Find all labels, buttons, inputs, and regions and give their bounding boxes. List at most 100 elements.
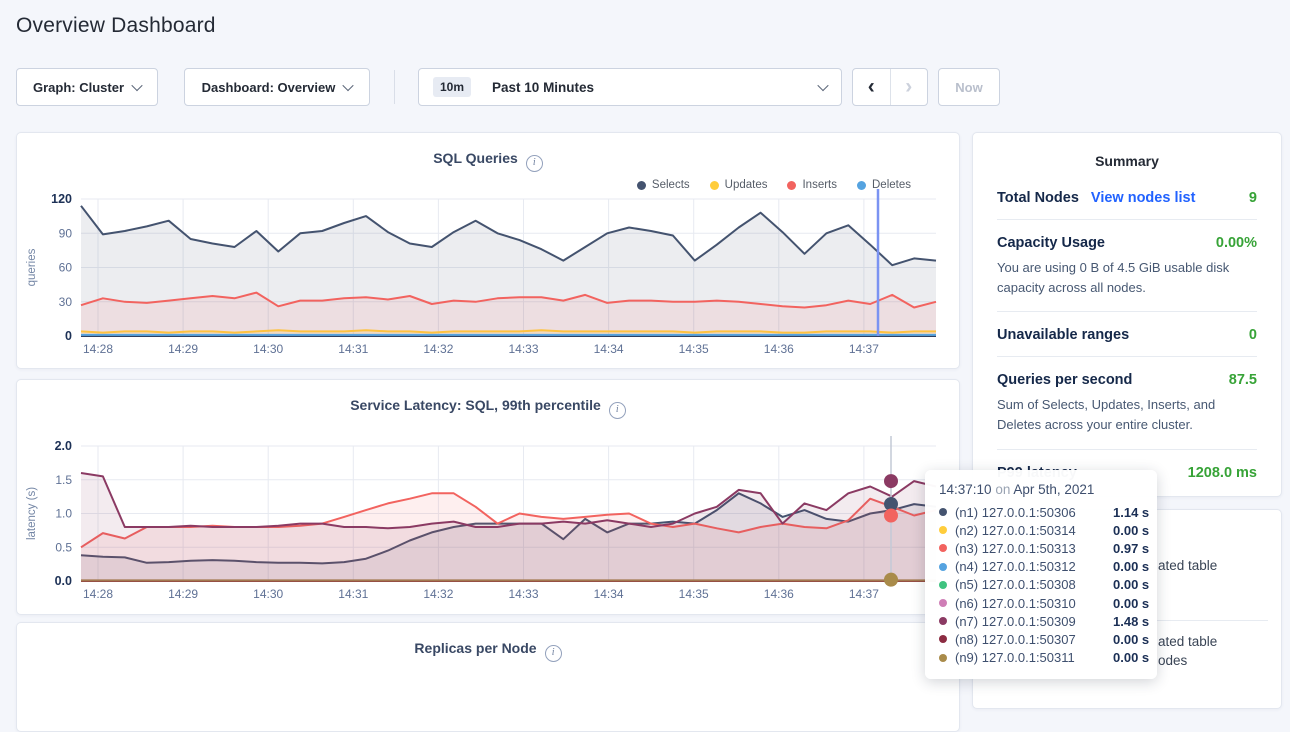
svg-text:1.5: 1.5 [55,473,72,487]
legend-item-selects[interactable]: Selects [637,179,690,191]
legend-item-deletes[interactable]: Deletes [857,179,911,191]
svg-text:30: 30 [59,295,73,309]
node-color-dot [939,581,947,589]
chart-title-text: Replicas per Node [414,640,536,656]
info-icon[interactable]: i [609,402,626,419]
sql-queries-panel: SQL Queries i Selects Updates Inserts Delete… [16,132,960,369]
legend-dot [637,181,646,190]
summary-items: Total NodesView nodes list9Capacity Usag… [997,175,1257,494]
event-item-text: ated table [1158,634,1217,649]
svg-text:queries: queries [26,248,38,286]
page-title: Overview Dashboard [16,14,216,38]
svg-text:14:28: 14:28 [83,342,113,356]
node-address: (n2) 127.0.0.1:50314 [955,523,1113,538]
tooltip-row: (n1) 127.0.0.1:503061.14 s [939,503,1143,521]
service-latency-title: Service Latency: SQL, 99th percentilei [17,397,959,419]
node-color-dot [939,563,947,571]
svg-text:14:30: 14:30 [253,342,283,356]
legend-item-inserts[interactable]: Inserts [787,179,837,191]
node-latency-value: 0.00 s [1113,577,1149,592]
node-color-dot [939,526,947,534]
sql-queries-title: SQL Queries i [17,150,959,172]
node-address: (n1) 127.0.0.1:50306 [955,505,1113,520]
now-button[interactable]: Now [938,68,1000,106]
svg-text:14:37: 14:37 [849,587,879,601]
summary-item-description: Sum of Selects, Updates, Inserts, and De… [997,395,1257,435]
svg-text:14:36: 14:36 [764,342,794,356]
dashboard-select-dropdown[interactable]: Dashboard: Overview [184,68,370,106]
chart-title-text: SQL Queries [433,150,518,166]
tooltip-row: (n4) 127.0.0.1:503120.00 s [939,558,1143,576]
node-latency-value: 0.97 s [1113,541,1149,556]
node-color-dot [939,544,947,552]
svg-text:0.5: 0.5 [55,540,72,554]
tooltip-row: (n8) 127.0.0.1:503070.00 s [939,630,1143,648]
summary-item-value: 87.5 [1229,372,1257,388]
legend-label: Selects [652,179,690,191]
svg-text:14:36: 14:36 [764,587,794,601]
tooltip-row: (n7) 127.0.0.1:503091.48 s [939,612,1143,630]
node-address: (n8) 127.0.0.1:50307 [955,632,1113,647]
tooltip-row: (n9) 127.0.0.1:503110.00 s [939,649,1143,667]
event-item-text: odes [1158,653,1187,668]
svg-text:90: 90 [59,226,73,240]
sql-queries-legend: Selects Updates Inserts Deletes [637,179,911,191]
svg-text:60: 60 [59,261,73,275]
tooltip-timestamp: 14:37:10 on Apr 5th, 2021 [939,482,1143,497]
legend-label: Updates [725,179,768,191]
svg-text:2.0: 2.0 [55,439,72,453]
summary-item: Queries per second 87.5 Sum of Selects, Up… [997,357,1257,449]
summary-item: Capacity Usage0.00%You are using 0 B of … [997,220,1257,312]
previous-interval-button[interactable]: ‹ [853,69,891,105]
tooltip-row: (n3) 127.0.0.1:503130.97 s [939,539,1143,557]
node-address: (n7) 127.0.0.1:50309 [955,614,1113,629]
summary-item: Total NodesView nodes list9 [997,175,1257,220]
summary-item-description: You are using 0 B of 4.5 GiB usable disk… [997,258,1257,298]
svg-text:14:35: 14:35 [679,587,709,601]
svg-text:0: 0 [65,329,72,343]
chevron-down-icon [817,80,828,91]
legend-dot [857,181,866,190]
node-address: (n3) 127.0.0.1:50313 [955,541,1113,556]
svg-text:14:33: 14:33 [508,587,538,601]
node-color-dot [939,617,947,625]
svg-text:14:28: 14:28 [83,587,113,601]
graph-select-dropdown[interactable]: Graph: Cluster [16,68,158,106]
tooltip-time: 14:37:10 [939,482,992,497]
svg-text:14:32: 14:32 [423,587,453,601]
summary-item-label: Total Nodes [997,190,1079,206]
time-range-dropdown[interactable]: 10m Past 10 Minutes [418,68,842,106]
next-interval-button[interactable]: › [891,69,928,105]
tooltip-rows: (n1) 127.0.0.1:503061.14 s(n2) 127.0.0.1… [939,503,1143,667]
replicas-per-node-title: Replicas per Node i [17,640,959,662]
service-latency-panel: Service Latency: SQL, 99th percentilei 1… [16,379,960,615]
node-color-dot [939,654,947,662]
chart-hover-tooltip: 14:37:10 on Apr 5th, 2021 (n1) 127.0.0.1… [925,470,1157,679]
summary-item-label: Queries per second [997,372,1132,388]
time-range-label: Past 10 Minutes [492,80,810,95]
node-latency-value: 0.00 s [1113,650,1149,665]
summary-item-value: 0.00% [1216,235,1257,251]
node-address: (n4) 127.0.0.1:50312 [955,559,1113,574]
tooltip-connector: on [995,482,1013,497]
node-latency-value: 0.00 s [1113,523,1149,538]
info-icon[interactable]: i [526,155,543,172]
summary-item-value: 0 [1249,327,1257,343]
svg-text:0.0: 0.0 [55,574,72,588]
view-nodes-list-link[interactable]: View nodes list [1091,190,1196,206]
legend-label: Inserts [802,179,837,191]
svg-text:14:34: 14:34 [594,587,624,601]
legend-item-updates[interactable]: Updates [710,179,768,191]
svg-text:14:32: 14:32 [423,342,453,356]
summary-heading: Summary [997,153,1257,169]
node-latency-value: 1.14 s [1113,505,1149,520]
legend-dot [787,181,796,190]
tooltip-row: (n2) 127.0.0.1:503140.00 s [939,521,1143,539]
chevron-down-icon [343,80,354,91]
svg-text:14:30: 14:30 [253,587,283,601]
svg-text:latency (s): latency (s) [26,487,38,540]
legend-label: Deletes [872,179,911,191]
info-icon[interactable]: i [545,645,562,662]
event-item-text: ated table [1158,558,1217,573]
node-latency-value: 0.00 s [1113,596,1149,611]
